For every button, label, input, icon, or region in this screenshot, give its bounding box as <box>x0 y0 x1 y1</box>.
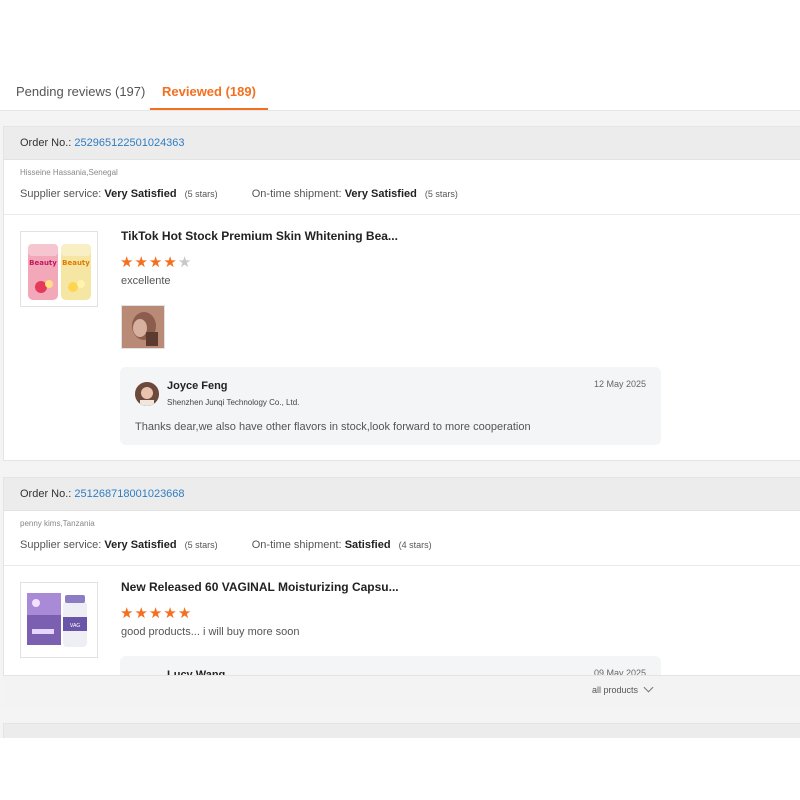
star-icon: ★ <box>163 605 178 622</box>
product-thumbnail[interactable]: VAG <box>20 582 98 658</box>
star-icon: ★ <box>120 605 135 622</box>
reply-company: Shenzhen Junqi Technology Co., Ltd. <box>167 398 300 407</box>
product-title[interactable]: TikTok Hot Stock Premium Skin Whitening … <box>121 229 398 243</box>
star-icon: ★ <box>134 605 149 622</box>
avatar-image <box>135 382 159 406</box>
buyer-name: penny kims,Tanzania <box>20 519 95 528</box>
review-photo-image <box>122 306 164 348</box>
shipment-label: On-time shipment: <box>251 539 342 551</box>
tab-reviewed[interactable]: Reviewed (189) <box>150 62 268 110</box>
order-card: Order No.: 252965122501024363 Hisseine H… <box>3 126 800 461</box>
reply-text: Thanks dear,we also have other flavors i… <box>135 421 531 433</box>
star-icon: ★ <box>134 254 149 271</box>
product-thumbnail[interactable]: Beauty Beauty <box>20 231 98 307</box>
supplier-service-stars: (5 stars) <box>184 540 218 550</box>
star-icon: ★ <box>177 605 193 622</box>
svg-text:Beauty: Beauty <box>62 259 90 267</box>
review-comment: excellente <box>121 275 171 287</box>
buyer-name: Hisseine Hassania,Senegal <box>20 168 118 177</box>
order-number-label: Order No.: <box>20 137 72 149</box>
star-icon: ★ <box>177 254 193 271</box>
supplier-service-label: Supplier service: <box>20 539 102 551</box>
order-number-link[interactable]: 252965122501024363 <box>74 137 184 149</box>
order-header: Order No.: 251268718001023668 <box>4 478 800 511</box>
star-icon: ★ <box>148 254 164 271</box>
product-title[interactable]: New Released 60 VAGINAL Moisturizing Cap… <box>121 580 399 594</box>
tab-pending-reviews[interactable]: Pending reviews (197) <box>16 62 145 108</box>
order-card <box>3 723 800 738</box>
shipment-stars: (4 stars) <box>398 540 432 550</box>
avatar <box>135 382 159 406</box>
supplier-service-rating: Very Satisfied <box>104 539 177 551</box>
chevron-down-icon <box>643 682 654 693</box>
shipment-rating: Very Satisfied <box>344 188 417 200</box>
review-photo[interactable] <box>121 305 165 349</box>
list-footer: all products <box>3 675 800 707</box>
star-icon: ★ <box>120 254 135 271</box>
shipment-stars: (5 stars) <box>424 189 458 199</box>
order-header <box>4 724 800 738</box>
svg-text:Beauty: Beauty <box>29 259 57 267</box>
review-tabs: Pending reviews (197) Reviewed (189) <box>0 62 800 111</box>
star-icon: ★ <box>163 254 178 271</box>
order-number-link[interactable]: 251268718001023668 <box>74 488 184 500</box>
product-rating: ★★★★★ <box>120 253 192 271</box>
svg-text:VAG: VAG <box>70 623 80 629</box>
service-ratings: Supplier service: Very Satisfied (5 star… <box>20 188 458 200</box>
service-ratings: Supplier service: Very Satisfied (5 star… <box>20 539 432 551</box>
review-comment: good products... i will buy more soon <box>121 626 300 638</box>
buyer-info: penny kims,Tanzania Supplier service: Ve… <box>4 511 800 566</box>
order-header: Order No.: 252965122501024363 <box>4 127 800 160</box>
product-rating: ★★★★★ <box>120 604 192 622</box>
supplier-service-rating: Very Satisfied <box>104 188 177 200</box>
all-products-toggle[interactable]: all products <box>592 682 654 695</box>
capsule-product-image: VAG <box>27 593 87 647</box>
shipment-label: On-time shipment: <box>251 188 342 200</box>
supplier-reply: Joyce Feng Shenzhen Junqi Technology Co.… <box>120 367 661 445</box>
all-products-label: all products <box>592 685 639 695</box>
buyer-info: Hisseine Hassania,Senegal Supplier servi… <box>4 160 800 215</box>
reply-author-name: Joyce Feng <box>167 380 228 392</box>
order-card: Order No.: 251268718001023668 penny kims… <box>3 477 800 707</box>
star-icon: ★ <box>148 605 164 622</box>
supplier-service-stars: (5 stars) <box>184 189 218 199</box>
supplier-service-label: Supplier service: <box>20 188 102 200</box>
order-number-label: Order No.: <box>20 488 72 500</box>
shipment-rating: Satisfied <box>344 539 391 551</box>
reviews-panel: Pending reviews (197) Reviewed (189) Ord… <box>0 62 800 738</box>
reply-date: 12 May 2025 <box>593 379 646 389</box>
beauty-pouch-image: Beauty Beauty <box>28 244 91 300</box>
